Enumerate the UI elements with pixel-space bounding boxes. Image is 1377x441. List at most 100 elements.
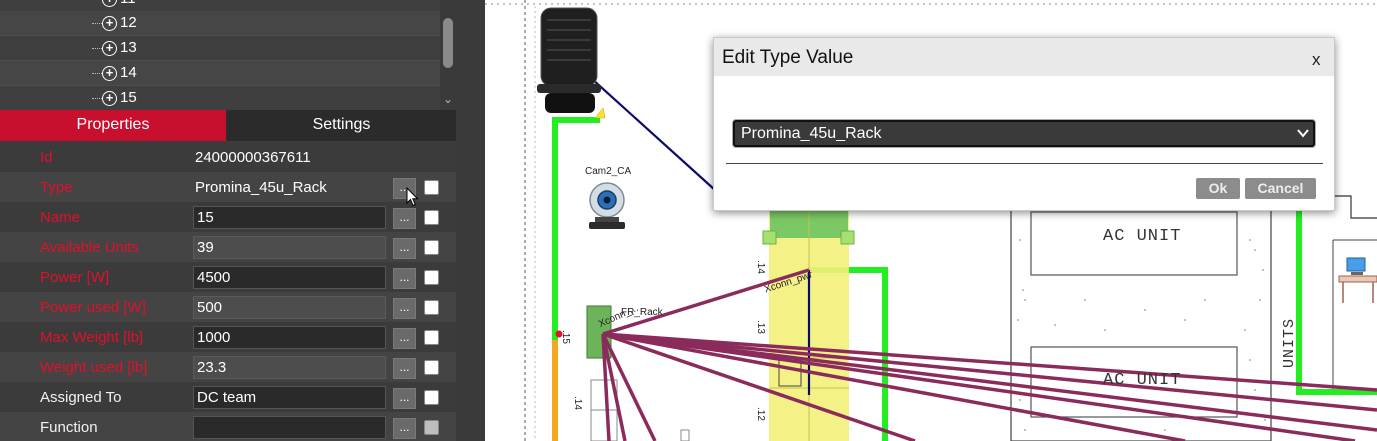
rack-unit <box>680 429 690 441</box>
edit-function-button[interactable]: ... <box>393 418 416 439</box>
tree-item-label: 11 <box>120 0 136 7</box>
property-value: Promina_45u_Rack <box>195 179 327 196</box>
unit-label: .15 <box>560 330 571 344</box>
expand-icon[interactable]: + <box>102 41 117 56</box>
chevron-down-icon[interactable]: ⌄ <box>441 92 455 106</box>
units-side-label: UNITS <box>1281 317 1298 368</box>
property-checkbox[interactable] <box>424 240 439 255</box>
close-icon[interactable]: x <box>1312 50 1321 70</box>
desk <box>1338 275 1377 283</box>
tree-item[interactable]: + 13 <box>0 36 440 61</box>
chevron-down-icon[interactable] <box>1295 125 1311 141</box>
dialog-header: Edit Type Value x <box>714 38 1334 76</box>
camera-icon[interactable] <box>589 182 625 229</box>
property-row-weight-used: Weight used [lb] 23.3 ... <box>0 352 456 382</box>
expand-icon[interactable]: + <box>102 91 117 106</box>
property-checkbox[interactable] <box>424 180 439 195</box>
ac-unit-label: AC UNIT <box>1103 371 1182 390</box>
property-checkbox[interactable] <box>424 330 439 345</box>
unit-label: .12 <box>755 407 766 421</box>
property-checkbox[interactable] <box>424 270 439 285</box>
tree-item[interactable]: + 14 <box>0 61 440 86</box>
app-root: + 11 + 12 + 13 + 14 + 15 <box>0 0 1377 441</box>
tree-item-label: 14 <box>120 64 137 81</box>
property-value: 24000000367611 <box>195 149 311 166</box>
data-cables <box>601 268 1377 441</box>
property-name: Power used [W] <box>40 299 146 316</box>
property-name: Max Weight [lb] <box>40 329 144 346</box>
cancel-button[interactable]: Cancel <box>1245 178 1316 199</box>
tree-item[interactable]: + 15 <box>0 86 440 111</box>
property-checkbox[interactable] <box>424 420 439 435</box>
unit-label: .14 <box>755 260 766 274</box>
property-row-type: Type Promina_45u_Rack ... <box>0 172 456 202</box>
keyboard-icon <box>1351 272 1363 275</box>
tree-item[interactable]: + 12 <box>0 11 440 36</box>
unit-label: .14 <box>572 396 583 410</box>
type-select-value: Promina_45u_Rack <box>741 125 882 142</box>
tree-item-label: 15 <box>120 89 137 106</box>
tree-item-label: 12 <box>120 14 137 31</box>
power-route <box>1296 210 1377 395</box>
warning-icon <box>594 107 606 119</box>
property-checkbox[interactable] <box>424 390 439 405</box>
property-row-max-weight: Max Weight [lb] 1000 ... <box>0 322 456 352</box>
property-name: Name <box>40 209 81 226</box>
max-weight-field[interactable]: 1000 <box>193 326 386 349</box>
tree-branch <box>92 98 102 99</box>
ok-button[interactable]: Ok <box>1196 178 1240 199</box>
expand-icon[interactable]: + <box>102 16 117 31</box>
tab-settings[interactable]: Settings <box>227 110 456 141</box>
edit-weight-used-button[interactable]: ... <box>393 358 416 379</box>
edit-power-used-button[interactable]: ... <box>393 298 416 319</box>
power-used-field[interactable]: 500 <box>193 296 386 319</box>
type-select[interactable]: Promina_45u_Rack <box>733 120 1315 147</box>
tree-branch <box>92 73 102 74</box>
resize-handle[interactable] <box>762 230 777 245</box>
panel-tabs: Properties Settings <box>0 110 456 141</box>
tab-properties[interactable]: Properties <box>0 110 226 141</box>
name-field[interactable]: 15 <box>193 206 386 229</box>
tree-scroll-thumb[interactable] <box>443 18 453 68</box>
edit-max-weight-button[interactable]: ... <box>393 328 416 349</box>
property-row-function: Function ... <box>0 412 456 441</box>
edit-type-dialog: Edit Type Value x Promina_45u_Rack Ok Ca… <box>713 37 1335 211</box>
expand-icon[interactable]: + <box>102 66 117 81</box>
property-row-power-used: Power used [W] 500 ... <box>0 292 456 322</box>
property-row-power: Power [W] 4500 ... <box>0 262 456 292</box>
property-name: Id <box>40 149 53 166</box>
resize-handle[interactable] <box>840 230 855 245</box>
edit-assigned-to-button[interactable]: ... <box>393 388 416 409</box>
expand-icon[interactable]: + <box>102 0 117 7</box>
dialog-divider <box>726 163 1323 164</box>
monitor-icon[interactable] <box>1346 257 1366 272</box>
tree-item-label: 13 <box>120 39 137 56</box>
tree-branch <box>92 48 102 49</box>
property-row-name: Name 15 ... <box>0 202 456 232</box>
assigned-to-field[interactable]: DC team <box>193 386 386 409</box>
function-field[interactable] <box>193 416 386 439</box>
camera-label: Cam2_CA <box>585 166 632 177</box>
properties-grid: Id 24000000367611 Type Promina_45u_Rack … <box>0 141 456 441</box>
tree-branch <box>92 23 102 24</box>
property-name: Power [W] <box>40 269 110 286</box>
rack-tree: + 11 + 12 + 13 + 14 + 15 <box>0 0 456 111</box>
edit-available-units-button[interactable]: ... <box>393 238 416 259</box>
weight-used-field[interactable]: 23.3 <box>193 356 386 379</box>
property-checkbox[interactable] <box>424 300 439 315</box>
property-row-id: Id 24000000367611 <box>0 142 456 172</box>
panel-splitter[interactable] <box>456 0 485 441</box>
property-name: Type <box>40 179 73 196</box>
property-checkbox[interactable] <box>424 210 439 225</box>
property-checkbox[interactable] <box>424 360 439 375</box>
property-row-available-units: Available Units 39 ... <box>0 232 456 262</box>
antenna-device-icon[interactable] <box>537 7 601 113</box>
dialog-title: Edit Type Value <box>722 47 854 68</box>
power-field[interactable]: 4500 <box>193 266 386 289</box>
edit-name-button[interactable]: ... <box>393 208 416 229</box>
edit-power-button[interactable]: ... <box>393 268 416 289</box>
available-units-field[interactable]: 39 <box>193 236 386 259</box>
mouse-cursor-icon <box>406 187 419 207</box>
left-panel: + 11 + 12 + 13 + 14 + 15 <box>0 0 456 441</box>
property-name: Weight used [lb] <box>40 359 148 376</box>
